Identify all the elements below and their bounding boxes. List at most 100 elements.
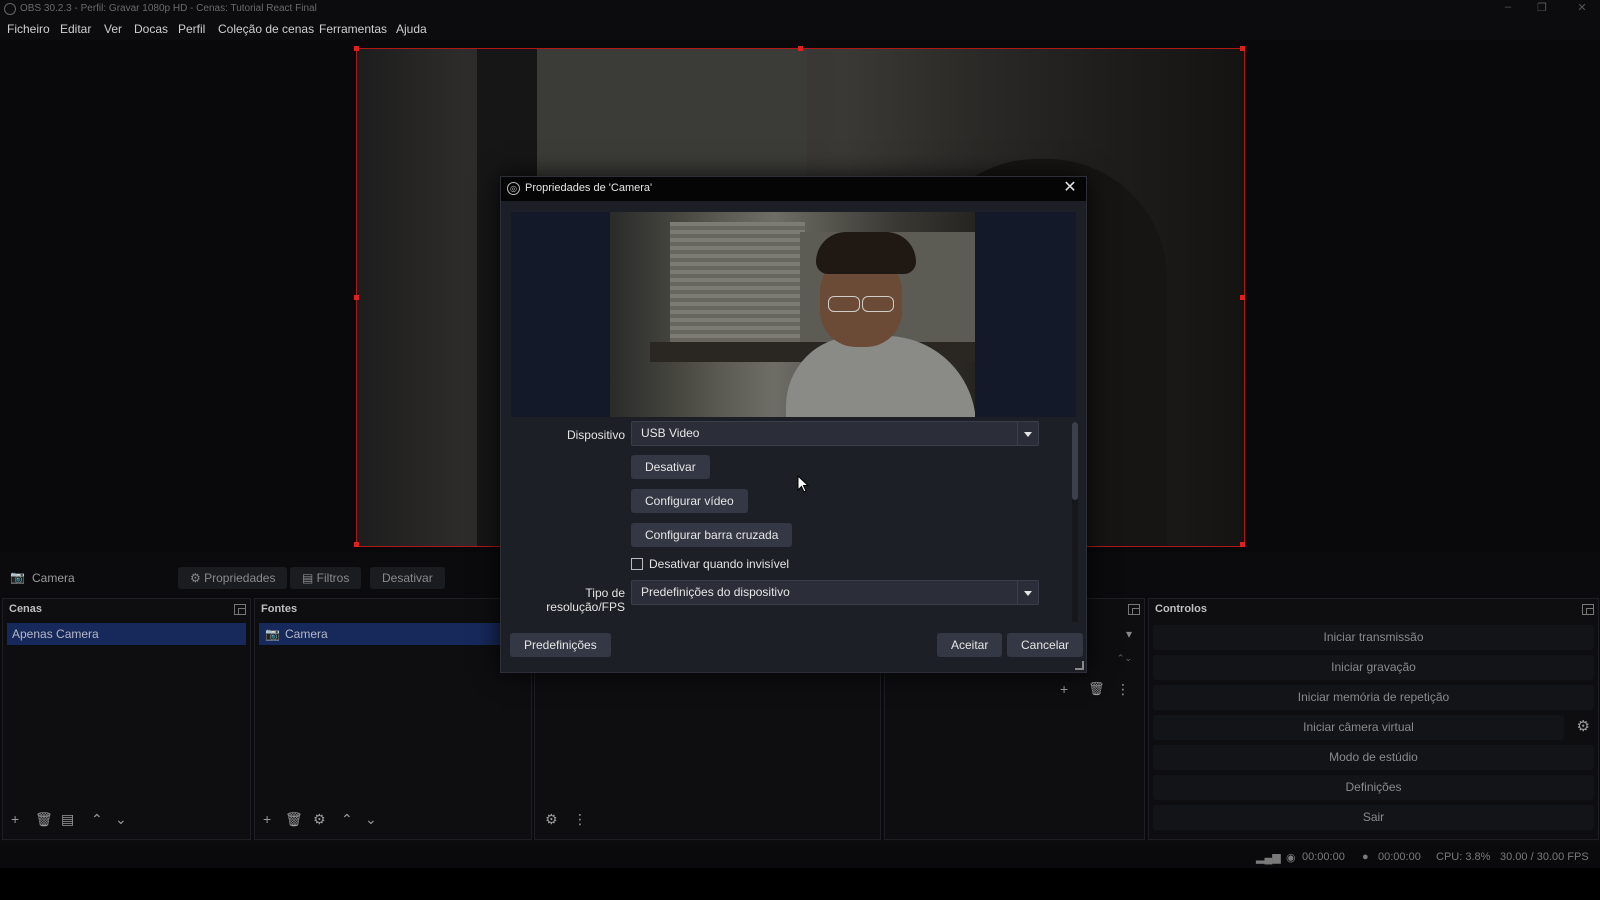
trash-icon[interactable]: 🗑 xyxy=(1088,681,1105,697)
properties-label: Propriedades xyxy=(204,571,276,585)
record-icon: ● xyxy=(1362,851,1369,863)
signal-icon: ▂▄▆ xyxy=(1256,852,1281,864)
minimize-icon[interactable]: – xyxy=(1498,1,1518,17)
settings-button[interactable]: Definições xyxy=(1153,775,1594,800)
device-select[interactable]: USB Video xyxy=(631,421,1039,446)
cancel-button[interactable]: Cancelar xyxy=(1007,633,1084,657)
device-select-value: USB Video xyxy=(641,426,700,440)
configure-video-button[interactable]: Configurar vídeo xyxy=(631,489,748,513)
controls-dock: Controlos Iniciar transmissão Iniciar gr… xyxy=(1148,598,1599,840)
accept-button[interactable]: Aceitar xyxy=(937,633,1003,657)
menu-editar[interactable]: Editar xyxy=(60,22,91,36)
deactivate-when-invisible-checkbox[interactable] xyxy=(631,558,643,570)
window-blinds-shape xyxy=(670,222,805,342)
chevron-down-icon xyxy=(1017,581,1038,604)
mixer-toolbar: ⚙ ⋮ xyxy=(535,811,880,831)
add-icon[interactable]: + xyxy=(1060,681,1068,697)
spin-icon[interactable]: ⌃⌄ xyxy=(1117,653,1132,664)
scene-item[interactable]: Apenas Camera xyxy=(7,623,246,645)
sources-dock-title: Fontes xyxy=(261,603,298,615)
trash-icon[interactable]: 🗑 xyxy=(35,811,53,828)
mouse-cursor-icon xyxy=(797,475,809,493)
start-streaming-button[interactable]: Iniciar transmissão xyxy=(1153,625,1594,650)
menu-perfil[interactable]: Perfil xyxy=(178,22,205,36)
add-icon[interactable]: + xyxy=(263,811,271,827)
chevron-down-icon[interactable]: ⌄ xyxy=(365,811,377,828)
dialog-title: Propriedades de 'Camera' xyxy=(525,182,653,194)
resize-handle[interactable] xyxy=(354,295,359,300)
gear-icon[interactable]: ⚙ xyxy=(1577,717,1590,735)
add-icon[interactable]: + xyxy=(11,811,19,827)
menu-ferramentas[interactable]: Ferramentas xyxy=(319,22,387,36)
resolution-fps-select-value: Predefinições do dispositivo xyxy=(641,585,790,599)
gear-icon: ⚙ xyxy=(190,571,205,585)
resize-handle[interactable] xyxy=(1240,46,1245,51)
camera-icon: 📷 xyxy=(265,627,280,641)
trash-icon[interactable]: 🗑 xyxy=(285,811,303,828)
resize-handle[interactable] xyxy=(354,542,359,547)
camera-preview-image xyxy=(610,212,975,417)
obs-logo-icon xyxy=(4,3,16,15)
menu-ajuda[interactable]: Ajuda xyxy=(396,22,427,36)
resize-handle[interactable] xyxy=(354,46,359,51)
more-options-icon[interactable]: ⋮ xyxy=(573,811,587,828)
controls-dock-header: Controlos xyxy=(1149,599,1598,621)
filters-button[interactable]: ▤ Filtros xyxy=(290,567,362,589)
stream-time: 00:00:00 xyxy=(1302,851,1345,863)
chevron-up-icon[interactable]: ⌃ xyxy=(91,811,103,828)
properties-button[interactable]: ⚙ Propriedades xyxy=(178,567,288,589)
start-recording-button[interactable]: Iniciar gravação xyxy=(1153,655,1594,680)
chevron-up-icon[interactable]: ⌃ xyxy=(341,811,353,828)
dialog-scrollbar[interactable] xyxy=(1072,422,1078,622)
glasses-left-shape xyxy=(828,296,860,312)
record-time: 00:00:00 xyxy=(1378,851,1421,863)
source-item-label: Camera xyxy=(285,627,328,641)
close-icon[interactable]: ✕ xyxy=(1060,178,1080,198)
gear-icon[interactable]: ⚙ xyxy=(313,811,326,828)
resolution-fps-label: Tipo de resolução/FPS xyxy=(546,586,625,614)
menu-bar: Ficheiro Editar Ver Docas Perfil Coleção… xyxy=(0,19,1600,39)
dialog-titlebar: ◎ Propriedades de 'Camera' ✕ xyxy=(501,177,1086,201)
scenes-dock: Cenas Apenas Camera + 🗑 ▤ ⌃ ⌄ xyxy=(2,598,251,840)
scenes-toolbar: + 🗑 ▤ ⌃ ⌄ xyxy=(3,811,250,831)
resize-handle[interactable] xyxy=(1240,295,1245,300)
maximize-icon[interactable]: ❐ xyxy=(1532,1,1552,17)
chevron-down-icon xyxy=(1017,422,1038,445)
properties-dialog: ◎ Propriedades de 'Camera' ✕ Dispositivo… xyxy=(500,176,1087,673)
filter-icon[interactable]: ▤ xyxy=(61,811,74,828)
float-dock-icon[interactable] xyxy=(234,604,246,615)
camera-icon: 📷 xyxy=(10,570,25,584)
controls-dock-title: Controlos xyxy=(1155,603,1207,615)
configure-crossbar-button[interactable]: Configurar barra cruzada xyxy=(631,523,793,547)
close-window-icon[interactable]: ✕ xyxy=(1572,1,1592,17)
start-virtual-camera-button[interactable]: Iniciar câmera virtual xyxy=(1153,715,1564,740)
resize-grip-icon[interactable] xyxy=(1075,661,1084,670)
exit-button[interactable]: Sair xyxy=(1153,805,1594,830)
float-dock-icon[interactable] xyxy=(1582,604,1594,615)
deactivate-button[interactable]: Desativar xyxy=(631,455,710,479)
resize-handle[interactable] xyxy=(1240,542,1245,547)
sources-dock-header: Fontes xyxy=(255,599,531,621)
fps-readout: 30.00 / 30.00 FPS xyxy=(1500,851,1589,863)
scenes-dock-header: Cenas xyxy=(3,599,250,621)
chevron-down-icon[interactable]: ▾ xyxy=(1126,627,1132,641)
menu-docas[interactable]: Docas xyxy=(134,22,168,36)
device-label: Dispositivo xyxy=(566,428,625,442)
more-options-icon[interactable]: ⋮ xyxy=(1116,681,1130,698)
menu-ficheiro[interactable]: Ficheiro xyxy=(7,22,50,36)
resize-handle[interactable] xyxy=(798,46,803,51)
menu-colecao[interactable]: Coleção de cenas xyxy=(218,22,314,36)
start-replay-buffer-button[interactable]: Iniciar memória de repetição xyxy=(1153,685,1594,710)
bottom-strip xyxy=(0,868,1600,900)
source-item[interactable]: 📷 Camera 👁 xyxy=(259,623,527,645)
resolution-fps-select[interactable]: Predefinições do dispositivo xyxy=(631,580,1039,605)
sources-toolbar: + 🗑 ⚙ ⌃ ⌄ xyxy=(255,811,531,831)
gear-icon[interactable]: ⚙ xyxy=(545,811,558,828)
menu-ver[interactable]: Ver xyxy=(104,22,122,36)
chevron-down-icon[interactable]: ⌄ xyxy=(115,811,127,828)
presets-button[interactable]: Predefinições xyxy=(510,633,611,657)
disable-source-button[interactable]: Desativar xyxy=(370,567,445,589)
float-dock-icon[interactable] xyxy=(1128,604,1140,615)
scrollbar-thumb[interactable] xyxy=(1072,422,1078,500)
studio-mode-button[interactable]: Modo de estúdio xyxy=(1153,745,1594,770)
